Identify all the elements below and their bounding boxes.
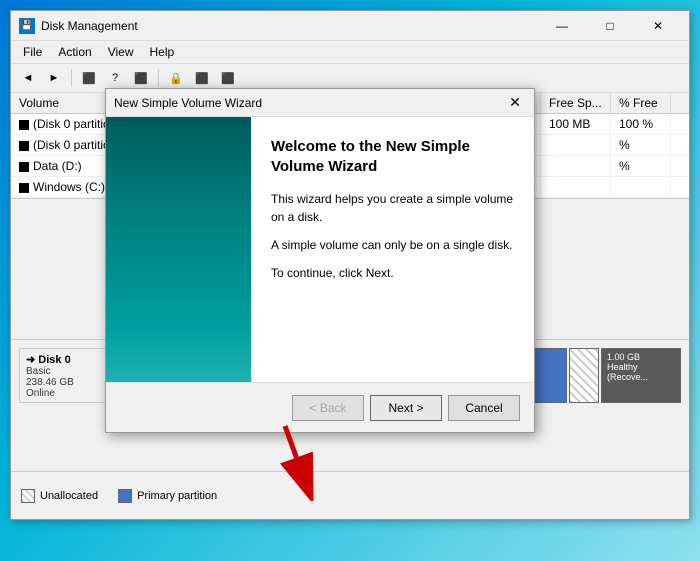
title-bar-left: 💾 Disk Management — [19, 18, 138, 34]
disk-icon-2 — [19, 162, 29, 172]
disk-0-size: 238.46 GB — [26, 377, 112, 388]
legend-primary: Primary partition — [118, 489, 217, 503]
disk-icon-0 — [19, 120, 29, 130]
menu-view[interactable]: View — [100, 43, 142, 61]
wizard-close-button[interactable]: ✕ — [504, 92, 526, 114]
cell-freesp-1 — [541, 135, 611, 155]
disk-icon-1 — [19, 141, 29, 151]
disk-0-status: Online — [26, 388, 112, 399]
wizard-paragraph-2: To continue, click Next. — [271, 264, 514, 282]
legend-hatch-box — [21, 489, 35, 503]
minimize-button[interactable]: — — [539, 11, 585, 41]
toolbar-btn5[interactable]: ⬛ — [130, 67, 152, 89]
toolbar-btn8[interactable]: ⬛ — [217, 67, 239, 89]
wizard-body: Welcome to the New Simple Volume Wizard … — [106, 117, 534, 382]
cell-pctfree-3 — [611, 177, 671, 197]
status-bar: Unallocated Primary partition — [11, 471, 689, 519]
wizard-back-button[interactable]: < Back — [292, 395, 364, 421]
wizard-content: Welcome to the New Simple Volume Wizard … — [251, 117, 534, 382]
col-header-pctfree: % Free — [611, 93, 671, 113]
legend-primary-label: Primary partition — [137, 490, 217, 502]
partition-0-hatch[interactable] — [569, 348, 599, 403]
toolbar-forward[interactable]: ► — [43, 67, 65, 89]
menu-bar: File Action View Help — [11, 41, 689, 64]
wizard-cancel-button[interactable]: Cancel — [448, 395, 520, 421]
toolbar-sep1 — [71, 69, 72, 87]
wizard-sidebar — [106, 117, 251, 382]
title-bar: 💾 Disk Management — □ ✕ — [11, 11, 689, 41]
wizard-paragraph-1: A simple volume can only be on a single … — [271, 236, 514, 254]
cell-pctfree-1: % — [611, 135, 671, 155]
legend-unallocated-label: Unallocated — [40, 490, 98, 502]
legend-unallocated: Unallocated — [21, 489, 98, 503]
toolbar-btn3[interactable]: ⬛ — [78, 67, 100, 89]
menu-action[interactable]: Action — [50, 43, 99, 61]
cell-pctfree-0: 100 % — [611, 114, 671, 134]
menu-file[interactable]: File — [15, 43, 50, 61]
toolbar-sep2 — [158, 69, 159, 87]
legend-blue-box — [118, 489, 132, 503]
wizard-title: New Simple Volume Wizard — [114, 96, 262, 110]
wizard-footer: < Back Next > Cancel — [106, 382, 534, 432]
maximize-button[interactable]: □ — [587, 11, 633, 41]
toolbar-back[interactable]: ◄ — [17, 67, 39, 89]
wizard-content-title: Welcome to the New Simple Volume Wizard — [271, 137, 514, 176]
window-controls: — □ ✕ — [539, 11, 681, 41]
disk-0-type: Basic — [26, 366, 112, 377]
toolbar-btn7[interactable]: ⬛ — [191, 67, 213, 89]
toolbar-help[interactable]: ? — [104, 67, 126, 89]
wizard-next-button[interactable]: Next > — [370, 395, 442, 421]
close-button[interactable]: ✕ — [635, 11, 681, 41]
wizard-title-bar: New Simple Volume Wizard ✕ — [106, 89, 534, 117]
disk-0-name: ➜ Disk 0 — [26, 353, 112, 366]
cell-freesp-2 — [541, 156, 611, 176]
app-icon: 💾 — [19, 18, 35, 34]
disk-icon-3 — [19, 183, 29, 193]
menu-help[interactable]: Help — [142, 43, 183, 61]
disk-0-label: ➜ Disk 0 Basic 238.46 GB Online — [19, 348, 119, 403]
wizard-paragraph-0: This wizard helps you create a simple vo… — [271, 190, 514, 226]
app-title: Disk Management — [41, 19, 138, 33]
col-header-freesp: Free Sp... — [541, 93, 611, 113]
cell-freesp-3 — [541, 177, 611, 197]
cell-freesp-0: 100 MB — [541, 114, 611, 134]
toolbar-btn6[interactable]: 🔒 — [165, 67, 187, 89]
wizard-dialog: New Simple Volume Wizard ✕ Welcome to th… — [105, 88, 535, 433]
cell-pctfree-2: % — [611, 156, 671, 176]
partition-0-recovery[interactable]: 1.00 GBHealthy (Recove... — [601, 348, 681, 403]
